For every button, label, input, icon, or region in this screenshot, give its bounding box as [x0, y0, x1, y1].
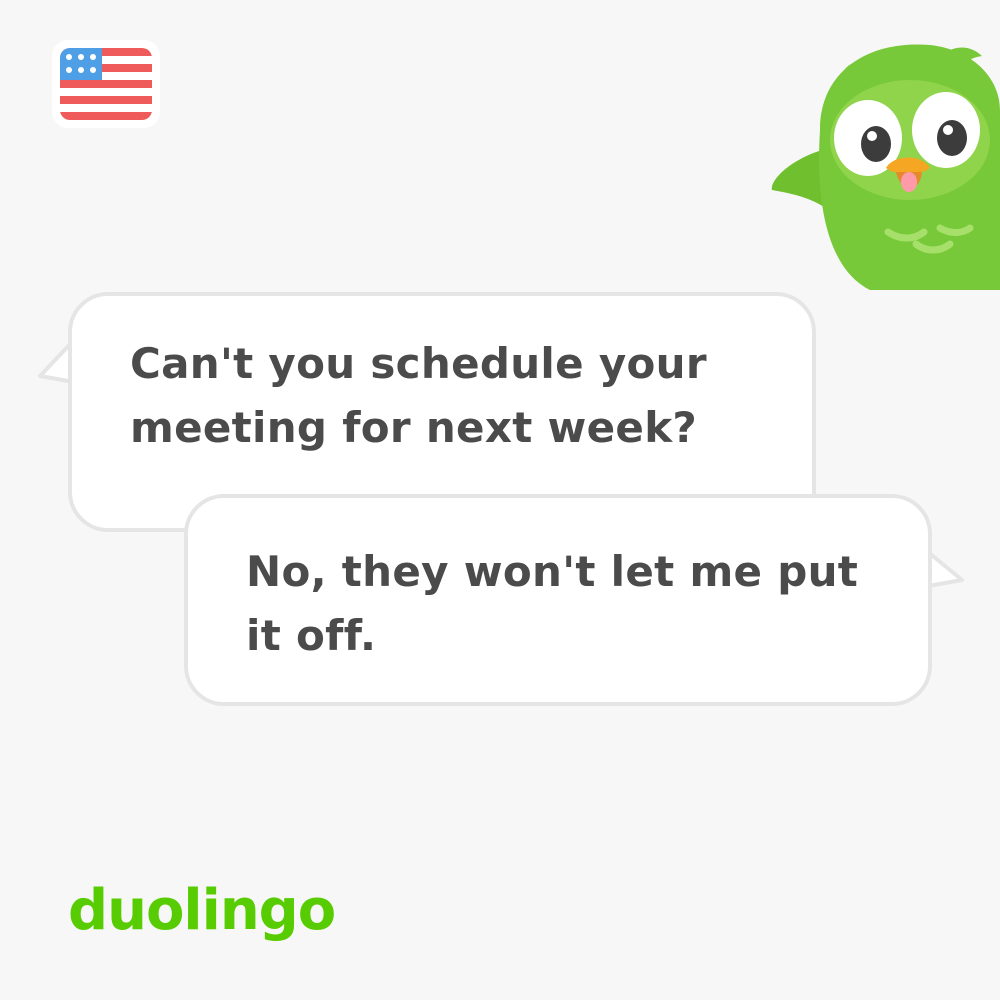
us-flag-icon [52, 40, 160, 128]
speech-bubble-tail-right [926, 550, 964, 588]
message-text: Can't you schedule your meeting for next… [130, 339, 707, 452]
message-text: No, they won't let me put it off. [246, 547, 859, 660]
duolingo-logo: duolingo [68, 878, 336, 943]
speech-bubble-reply: No, they won't let me put it off. [184, 494, 932, 706]
owl-mascot-icon [760, 20, 1000, 294]
